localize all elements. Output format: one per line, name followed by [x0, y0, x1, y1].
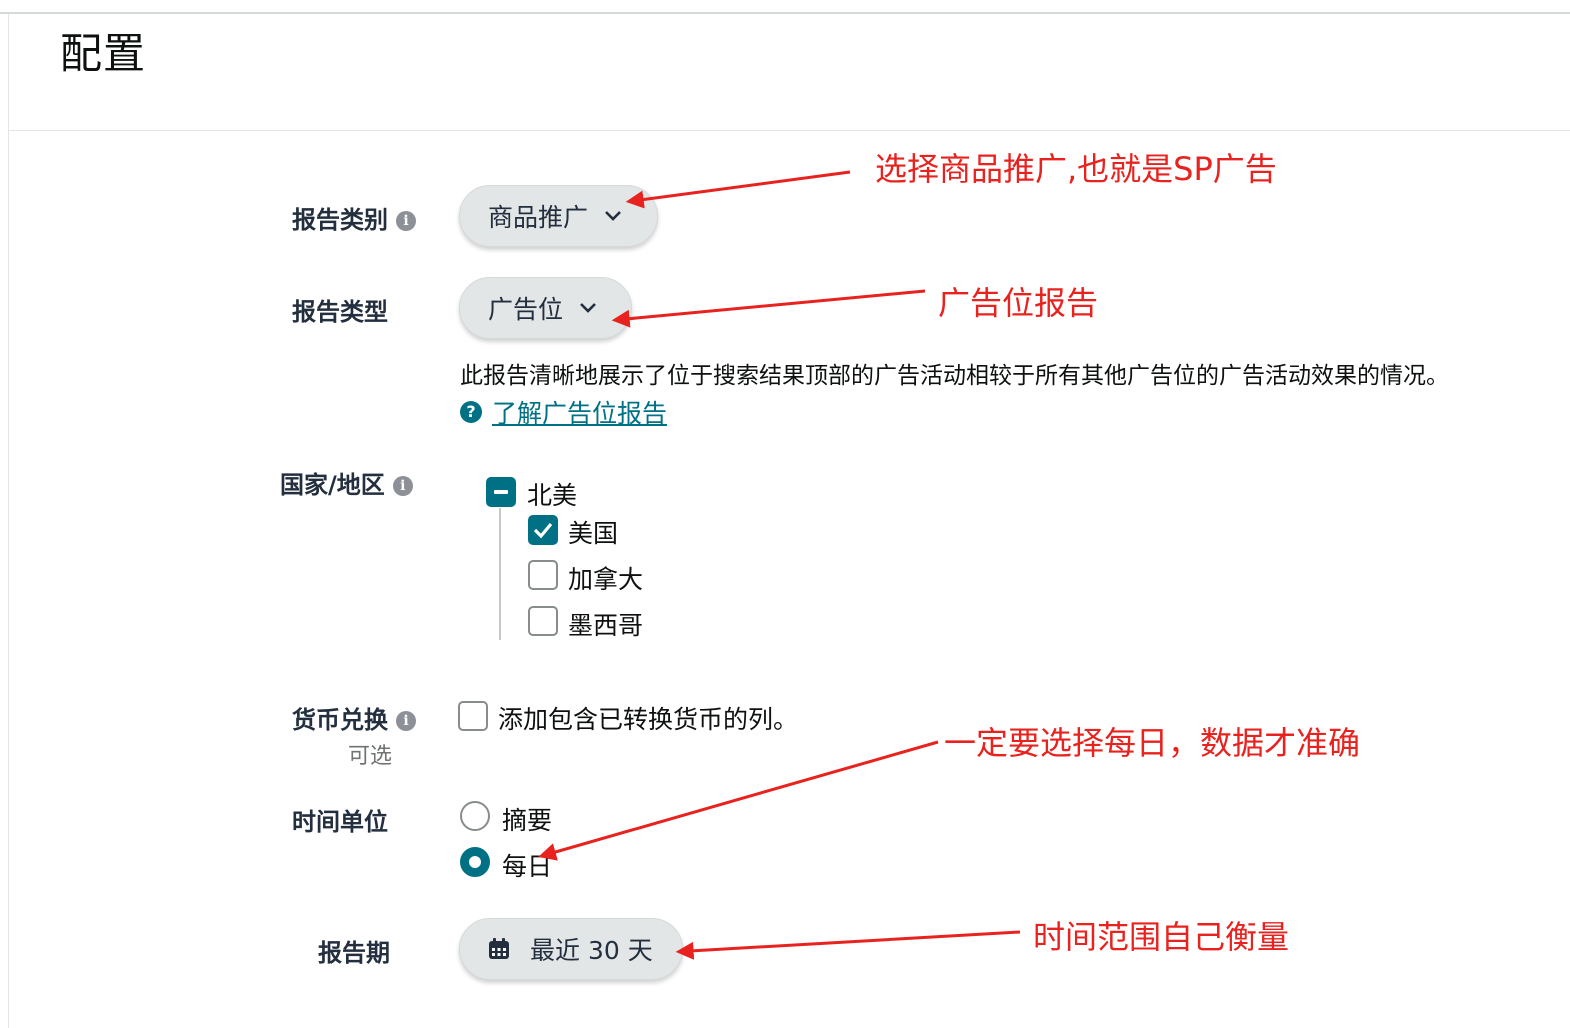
- annotation-arrows: [538, 170, 1021, 960]
- arrow-report-category: [625, 170, 851, 209]
- arrow-report-period: [675, 930, 1021, 960]
- arrow-time-unit: [538, 740, 939, 861]
- arrow-report-type: [611, 289, 926, 328]
